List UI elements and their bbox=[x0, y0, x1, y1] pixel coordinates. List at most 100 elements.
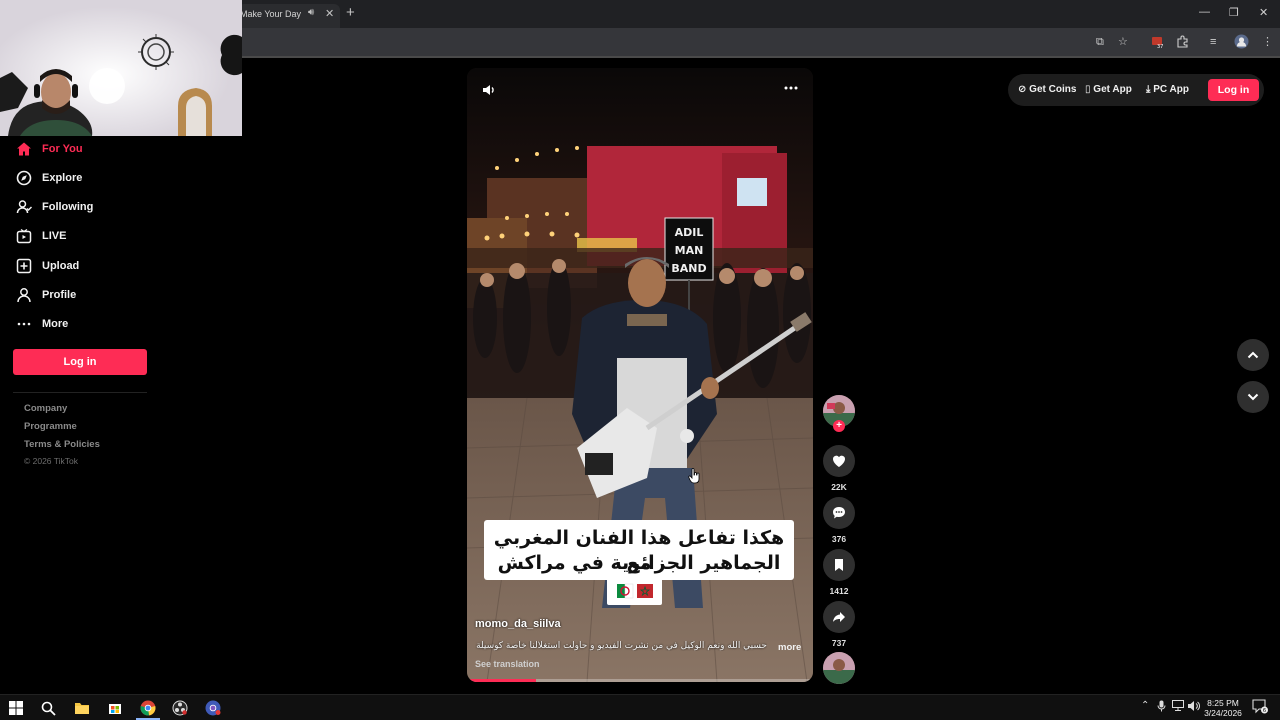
coin-icon: ⊘ bbox=[1018, 84, 1027, 95]
volume-icon[interactable] bbox=[481, 82, 497, 101]
sidebar-item-label: LIVE bbox=[42, 230, 67, 242]
header-login-button[interactable]: Log in bbox=[1208, 79, 1259, 101]
share-count: 737 bbox=[831, 638, 847, 648]
clock-time: 8:25 PM bbox=[1207, 698, 1239, 708]
browser-tab[interactable]: Make Your Day 🔊︎ ✕ bbox=[238, 4, 340, 28]
video-player[interactable]: ADIL MAN BAND هكذا تفاعل هذا الفنان المغ… bbox=[467, 68, 813, 682]
next-video-button[interactable] bbox=[1237, 381, 1269, 413]
sidebar-item-profile[interactable]: Profile bbox=[16, 285, 76, 305]
caption-line-2: الجماهير الجزائرية في مراكش bbox=[497, 552, 781, 574]
windows-start-icon[interactable] bbox=[7, 699, 25, 717]
share-button[interactable] bbox=[823, 601, 855, 633]
volume-tray-icon[interactable] bbox=[1187, 700, 1200, 715]
get-app-label: Get App bbox=[1093, 84, 1132, 95]
address-bar[interactable] bbox=[242, 33, 1242, 53]
obs-record-icon[interactable] bbox=[171, 699, 189, 717]
comment-button[interactable] bbox=[823, 497, 855, 529]
video-author-username[interactable]: momo_da_siilva bbox=[475, 618, 561, 630]
previous-video-button[interactable] bbox=[1237, 339, 1269, 371]
sidebar-item-for-you[interactable]: For You bbox=[16, 139, 83, 159]
sidebar-item-label: Following bbox=[42, 201, 94, 213]
sidebar-item-explore[interactable]: Explore bbox=[16, 168, 82, 188]
video-more-options-icon[interactable] bbox=[783, 80, 799, 99]
window-close-icon[interactable]: ✕ bbox=[1259, 6, 1268, 19]
search-icon[interactable] bbox=[39, 699, 57, 717]
network-icon[interactable] bbox=[1172, 700, 1184, 714]
profile-icon bbox=[16, 287, 32, 303]
bookmark-icon bbox=[835, 559, 843, 571]
video-progress-fill bbox=[467, 679, 537, 682]
heart-icon bbox=[833, 455, 845, 467]
kebab-menu-icon[interactable]: ⋮ bbox=[1262, 35, 1273, 49]
microphone-icon[interactable] bbox=[1157, 700, 1166, 715]
restore-icon[interactable]: ❐ bbox=[1229, 6, 1239, 19]
get-coins-link[interactable]: ⊘ Get Coins bbox=[1018, 84, 1076, 95]
hand-cursor-icon bbox=[688, 468, 700, 484]
minimize-icon[interactable]: — bbox=[1199, 6, 1210, 18]
sidebar-item-label: Profile bbox=[42, 289, 77, 301]
get-coins-label: Get Coins bbox=[1029, 84, 1077, 95]
save-count: 1412 bbox=[829, 586, 849, 596]
speaker-icon[interactable]: 🔊︎ bbox=[308, 7, 314, 18]
tab-title: Make Your Day bbox=[240, 9, 302, 19]
follow-plus-icon[interactable]: + bbox=[833, 420, 845, 432]
sidebar-item-following[interactable]: Following bbox=[16, 197, 93, 217]
screen: Make Your Day 🔊︎ ✕ + — ❐ ✕ ⧉ ☆ 37 ≡ ⋮ Fo… bbox=[0, 0, 1280, 720]
sidebar-item-live[interactable]: LIVE bbox=[16, 226, 66, 246]
chevron-up-icon bbox=[1247, 351, 1259, 359]
comment-count: 376 bbox=[831, 534, 847, 544]
store-icon[interactable] bbox=[106, 699, 124, 717]
save-button[interactable] bbox=[823, 549, 855, 581]
footer-link-terms[interactable]: Terms & Policies bbox=[24, 439, 100, 450]
pc-app-link[interactable]: ⤓ PC App bbox=[1146, 84, 1189, 95]
sign-line-3: BAND bbox=[671, 262, 706, 275]
sidebar-divider bbox=[13, 392, 147, 393]
puzzle-extensions-icon[interactable] bbox=[1176, 35, 1189, 52]
sidebar-item-label: Upload bbox=[42, 260, 80, 272]
extension-badge-icon[interactable]: 37 bbox=[1151, 35, 1165, 53]
description-more-link[interactable]: more bbox=[778, 642, 801, 653]
compass-icon bbox=[16, 170, 32, 186]
phone-icon: ▯ bbox=[1085, 84, 1091, 95]
webcam-overlay bbox=[0, 0, 242, 136]
sound-disc-avatar[interactable] bbox=[823, 652, 855, 684]
file-explorer-icon[interactable] bbox=[73, 699, 91, 717]
morocco-flag-icon bbox=[637, 584, 653, 598]
windows-taskbar: ⌃ 8:25 PM 3/24/2026 6 bbox=[0, 694, 1280, 720]
sidebar-login-button[interactable]: Log in bbox=[13, 349, 147, 375]
like-button[interactable] bbox=[823, 445, 855, 477]
system-clock[interactable]: 8:25 PM 3/24/2026 bbox=[1200, 698, 1246, 718]
upload-plus-icon bbox=[16, 258, 32, 274]
bookmark-star-icon[interactable]: ☆ bbox=[1118, 35, 1128, 49]
tab-close-icon[interactable]: ✕ bbox=[325, 7, 334, 20]
profile-avatar-icon[interactable] bbox=[1234, 34, 1249, 53]
sign-line-2: MAN bbox=[675, 244, 704, 257]
see-translation-link[interactable]: See translation bbox=[475, 659, 540, 669]
sidebar-item-more[interactable]: More bbox=[16, 314, 68, 334]
download-icon: ⤓ bbox=[1146, 84, 1151, 95]
more-dots-icon bbox=[16, 316, 32, 332]
home-icon bbox=[16, 141, 32, 157]
video-progress-bar[interactable] bbox=[467, 679, 813, 682]
get-app-link[interactable]: ▯ Get App bbox=[1085, 84, 1132, 95]
notification-count: 6 bbox=[1263, 708, 1267, 714]
install-app-icon[interactable]: ⧉ bbox=[1096, 35, 1104, 49]
tray-expand-chevron-icon[interactable]: ⌃ bbox=[1141, 700, 1149, 711]
algeria-flag-icon bbox=[617, 583, 634, 599]
chevron-down-icon bbox=[1247, 393, 1259, 401]
notification-center-icon[interactable]: 6 bbox=[1252, 699, 1268, 717]
pc-app-label: PC App bbox=[1153, 84, 1189, 95]
sidebar-item-upload[interactable]: Upload bbox=[16, 256, 79, 276]
footer-link-company[interactable]: Company bbox=[24, 403, 67, 414]
media-control-icon[interactable]: ≡ bbox=[1210, 35, 1216, 49]
share-arrow-icon bbox=[833, 612, 845, 622]
sign-line-1: ADIL bbox=[675, 226, 704, 239]
chrome-icon[interactable] bbox=[139, 699, 157, 717]
sidebar-item-label: More bbox=[42, 318, 69, 330]
footer-link-programme[interactable]: Programme bbox=[24, 421, 77, 432]
like-count: 22K bbox=[831, 482, 847, 492]
chrome-profile-icon[interactable] bbox=[204, 699, 222, 717]
sidebar-item-label: For You bbox=[42, 143, 83, 155]
new-tab-plus-icon[interactable]: + bbox=[346, 5, 355, 20]
following-icon bbox=[16, 199, 32, 215]
